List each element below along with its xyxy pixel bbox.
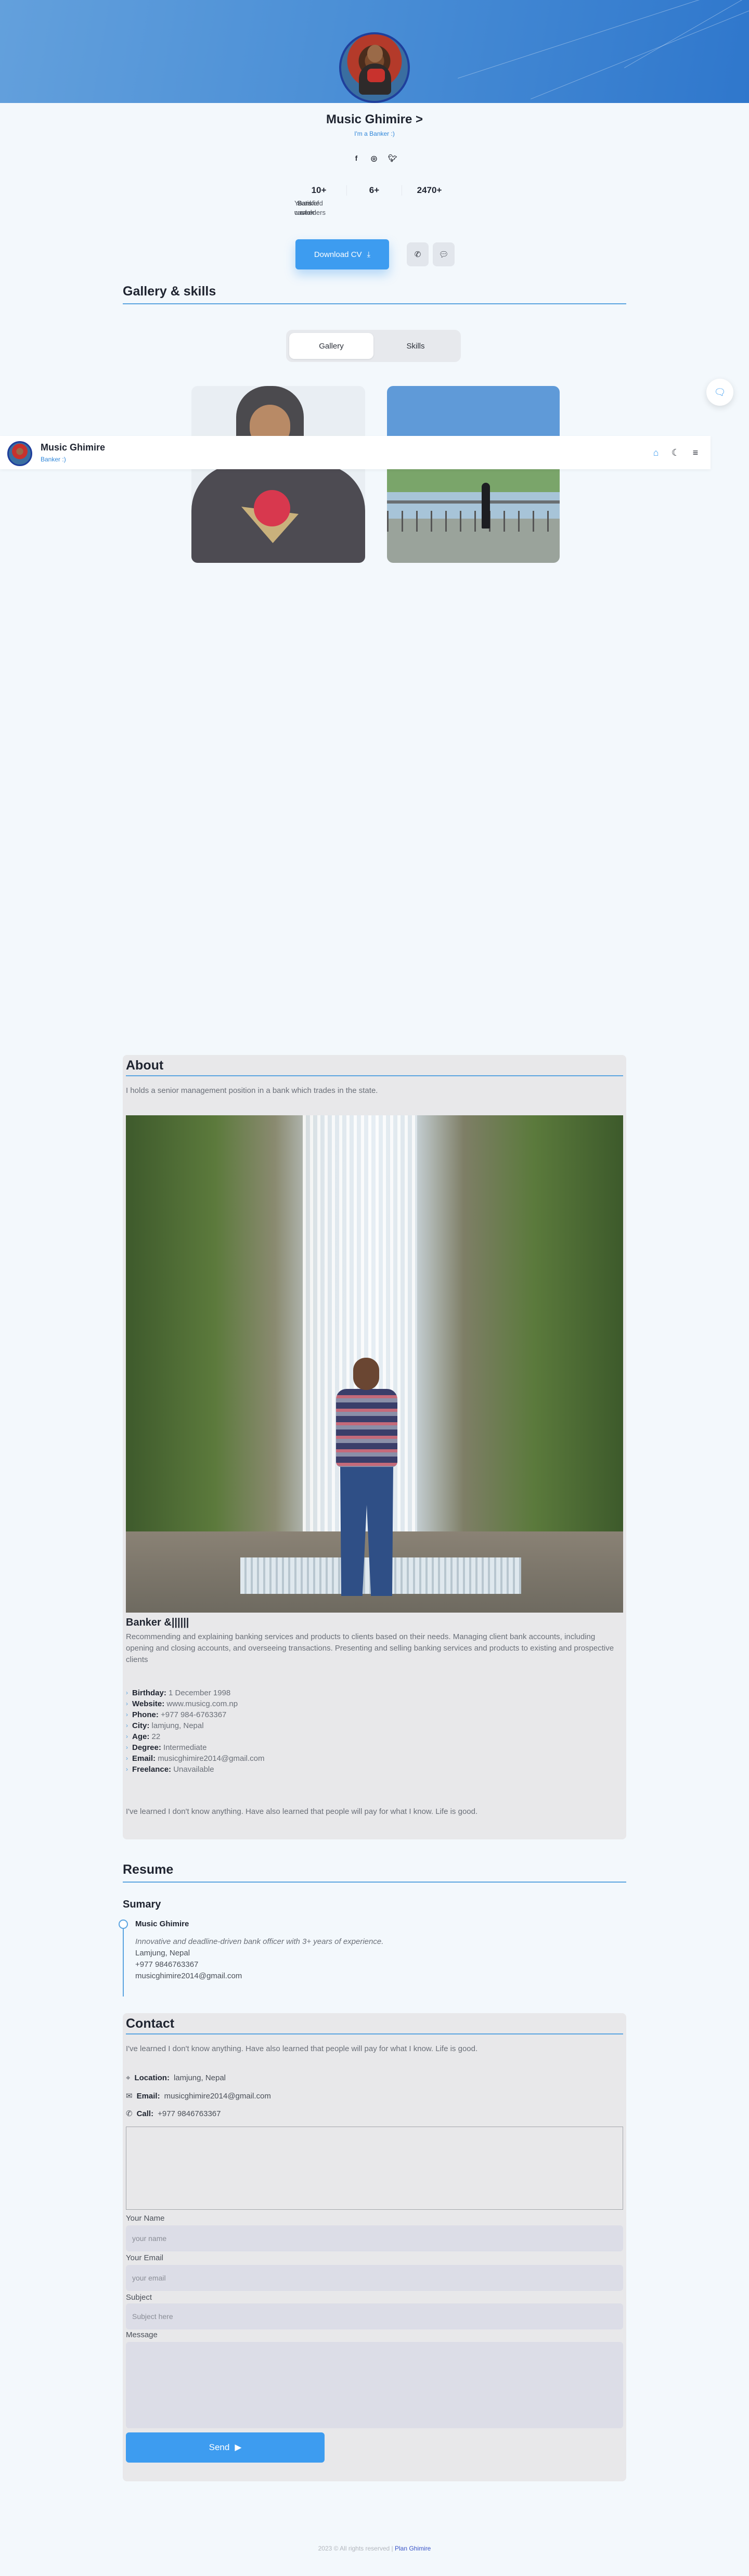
social-links: f ◎ 🐦︎ <box>353 154 397 163</box>
tab-skills[interactable]: Skills <box>373 333 458 359</box>
contact-section: Contact I've learned I don't know anythi… <box>123 2013 626 2481</box>
about-intro: I holds a senior management position in … <box>126 1086 378 1095</box>
phone-icon: ✆ <box>126 2109 133 2118</box>
chevron-right-icon: › <box>126 1711 128 1718</box>
fact-city: › City: lamjung, Nepal <box>126 1721 204 1730</box>
about-description: Recommending and explaining banking serv… <box>126 1632 614 1664</box>
chevron-right-icon: › <box>126 1722 128 1729</box>
fact-freelance: › Freelance: Unavailable <box>126 1765 214 1774</box>
contact-title: Contact <box>126 2016 623 2034</box>
navbar-subtitle: Banker :) <box>41 456 66 463</box>
gallery-photo-bouquet[interactable] <box>191 386 365 563</box>
chat-icon: 🗨︎ <box>714 387 726 397</box>
profile-subtitle: I'm a Banker :) <box>354 130 395 137</box>
chevron-right-icon: › <box>126 1755 128 1762</box>
hero-decor-line <box>458 0 749 79</box>
about-section: About I holds a senior management positi… <box>123 1055 626 1839</box>
fact-age: › Age: 22 <box>126 1732 161 1741</box>
stat-customers: 2470+ Satisfied customers <box>294 185 457 216</box>
map-embed[interactable] <box>126 2127 623 2210</box>
resume-phone: +977 9846763367 <box>135 1960 199 1969</box>
menu-icon[interactable]: ≡ <box>690 447 701 458</box>
stat-label: Satisfied customers <box>294 199 326 216</box>
timeline-line <box>123 1924 124 1997</box>
tab-gallery[interactable]: Gallery <box>289 333 373 359</box>
email-field[interactable]: your email <box>126 2265 623 2291</box>
email-field-label: Your Email <box>126 2253 163 2262</box>
gallery-tabs: Gallery Skills <box>286 330 461 362</box>
moon-icon[interactable]: ☾ <box>670 447 681 458</box>
facebook-icon[interactable]: f <box>353 154 360 163</box>
about-title: About <box>126 1058 623 1076</box>
timeline-dot <box>119 1920 128 1929</box>
message-field[interactable] <box>126 2342 623 2428</box>
home-icon[interactable]: ⌂ <box>650 447 662 458</box>
gallery-photo-bridge[interactable] <box>387 386 560 563</box>
stat-years: 10+ Years of work <box>291 185 346 216</box>
navbar-avatar[interactable] <box>7 441 32 466</box>
subject-field-label: Subject <box>126 2293 152 2302</box>
download-icon: ⤓ <box>367 250 371 259</box>
download-cv-button[interactable]: Download CV ⤓ <box>295 239 389 269</box>
chevron-right-icon: › <box>126 1766 128 1773</box>
messenger-icon: 💬︎ <box>438 250 449 259</box>
stat-number: 10+ <box>311 185 327 195</box>
chat-button[interactable]: 🗨︎ <box>706 379 733 406</box>
resume-address: Lamjung, Nepal <box>135 1949 190 1957</box>
resume-summary-heading: Sumary <box>123 1899 161 1910</box>
profile-name[interactable]: Music Ghimire > <box>0 112 749 127</box>
about-facts: › Birthday: 1 December 1998 › Website: www… <box>126 1688 265 1775</box>
stat-number: 6+ <box>369 185 380 195</box>
send-icon: ▶ <box>235 2442 242 2452</box>
resume-name: Music Ghimire <box>135 1920 189 1928</box>
contact-call: ✆ Call: +977 9846763367 <box>126 2109 221 2119</box>
instagram-icon[interactable]: ◎ <box>370 154 378 163</box>
message-field-label: Message <box>126 2330 158 2339</box>
whatsapp-button[interactable]: ✆ <box>407 242 429 266</box>
footer: 2023 © All rights reserved | Plan Ghimir… <box>0 2545 749 2552</box>
contact-intro: I've learned I don't know anything. Have… <box>126 2044 478 2053</box>
fact-degree: › Degree: Intermediate <box>126 1743 207 1752</box>
hero-decor-line <box>624 0 749 68</box>
resume-section-title: Resume <box>123 1862 626 1883</box>
fact-website: › Website: www.musicg.com.np <box>126 1699 238 1708</box>
about-role: Banker &|||||| <box>126 1617 189 1628</box>
name-field[interactable]: your name <box>126 2225 623 2251</box>
messenger-button[interactable]: 💬︎ <box>433 242 455 266</box>
fact-birthday: › Birthday: 1 December 1998 <box>126 1689 231 1697</box>
send-button[interactable]: Send ▶ <box>126 2432 325 2463</box>
stats-row: 10+ Years of work 6+ Bank worked 2470+ Sat… <box>291 185 458 216</box>
resume-email: musicghimire2014@gmail.com <box>135 1972 242 1980</box>
about-closing: I've learned I don't know anything. Have… <box>126 1807 478 1816</box>
chevron-right-icon: › <box>126 1700 128 1707</box>
envelope-icon: ✉ <box>126 2092 133 2101</box>
gallery-section-title: Gallery & skills <box>123 284 626 304</box>
resume-summary-entry: Music Ghimire Innovative and deadline-dr… <box>119 1920 626 1997</box>
twitter-icon[interactable]: 🐦︎ <box>388 154 397 163</box>
contact-location: ⌖ Location: lamjung, Nepal <box>126 2073 226 2082</box>
download-cv-label: Download CV <box>314 250 362 259</box>
footer-text: 2023 © All rights reserved | <box>318 2545 393 2552</box>
contact-email: ✉ Email: musicghimire2014@gmail.com <box>126 2091 271 2101</box>
chevron-right-icon: › <box>126 1744 128 1751</box>
send-label: Send <box>209 2442 230 2452</box>
footer-link[interactable]: Plan Ghimire <box>395 2545 431 2552</box>
map-pin-icon: ⌖ <box>126 2073 131 2082</box>
fact-phone: › Phone: +977 984-6763367 <box>126 1710 227 1719</box>
top-navbar: Music Ghimire Banker :) ⌂ ☾ ≡ <box>0 436 711 469</box>
profile-avatar <box>339 32 410 103</box>
chevron-right-icon: › <box>126 1733 128 1740</box>
navbar-name[interactable]: Music Ghimire <box>41 442 105 453</box>
stat-number: 2470+ <box>417 185 442 195</box>
name-field-label: Your Name <box>126 2214 165 2223</box>
chevron-right-icon: › <box>126 1689 128 1696</box>
about-photo-waterfall <box>126 1115 623 1613</box>
whatsapp-icon: ✆ <box>414 250 421 259</box>
fact-email: › Email: musicghimire2014@gmail.com <box>126 1754 265 1763</box>
resume-tagline: Innovative and deadline-driven bank offi… <box>135 1937 384 1946</box>
subject-field[interactable]: Subject here <box>126 2303 623 2329</box>
stat-banks: 6+ Bank worked <box>294 185 402 216</box>
